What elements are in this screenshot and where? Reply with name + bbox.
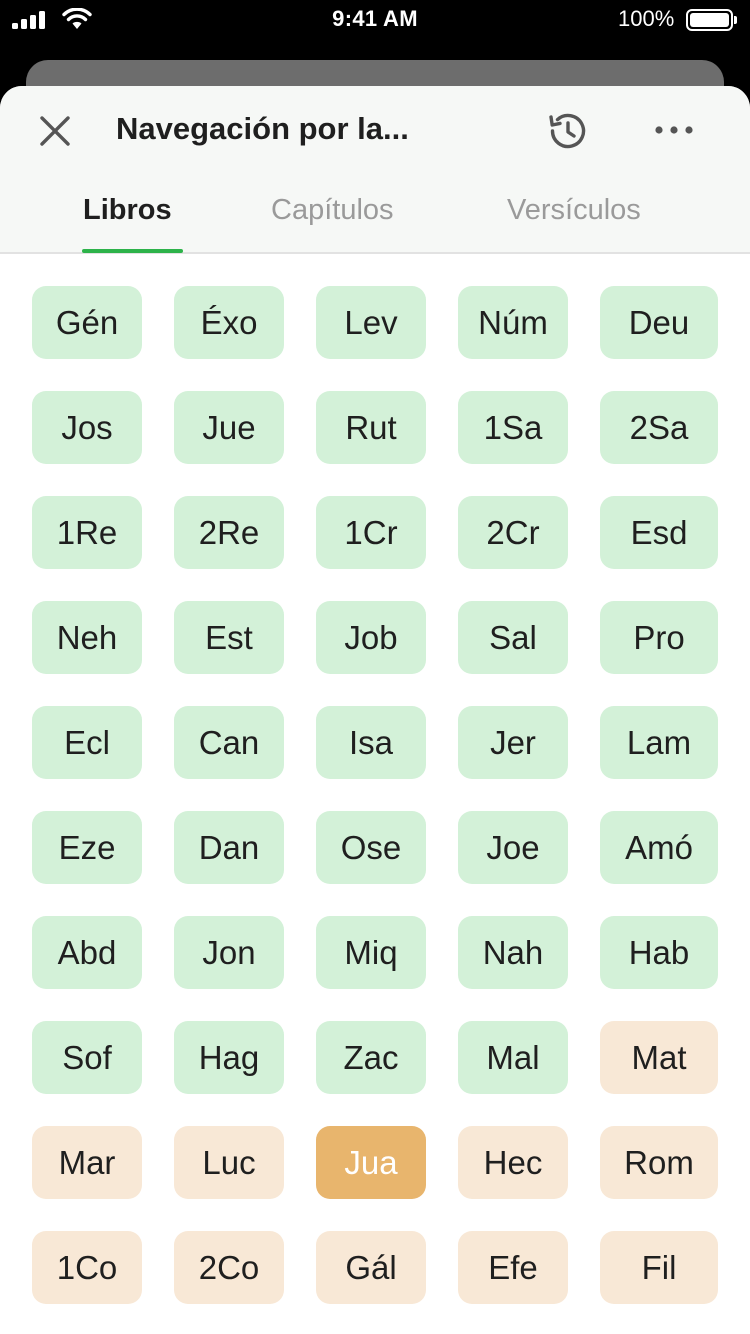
book-button-5[interactable]: Jos	[32, 391, 142, 464]
book-button-22[interactable]: Isa	[316, 706, 426, 779]
book-button-0[interactable]: Gén	[32, 286, 142, 359]
book-button-15[interactable]: Neh	[32, 601, 142, 674]
book-button-26[interactable]: Dan	[174, 811, 284, 884]
book-button-6[interactable]: Jue	[174, 391, 284, 464]
tab-verses[interactable]: Versículos	[507, 194, 641, 227]
book-button-12[interactable]: 1Cr	[316, 496, 426, 569]
book-button-29[interactable]: Amó	[600, 811, 718, 884]
active-tab-indicator	[82, 249, 183, 253]
book-button-19[interactable]: Pro	[600, 601, 718, 674]
book-button-18[interactable]: Sal	[458, 601, 568, 674]
book-button-11[interactable]: 2Re	[174, 496, 284, 569]
tab-chapters[interactable]: Capítulos	[271, 194, 394, 227]
book-button-32[interactable]: Miq	[316, 916, 426, 989]
history-icon[interactable]	[544, 108, 590, 154]
page-title: Navegación por la...	[116, 111, 409, 146]
book-button-27[interactable]: Ose	[316, 811, 426, 884]
battery-percentage: 100%	[618, 6, 675, 31]
book-button-24[interactable]: Lam	[600, 706, 718, 779]
book-button-38[interactable]: Mal	[458, 1021, 568, 1094]
book-button-49[interactable]: Fil	[600, 1231, 718, 1304]
book-button-42[interactable]: Jua	[316, 1126, 426, 1199]
book-button-4[interactable]: Deu	[600, 286, 718, 359]
book-button-36[interactable]: Hag	[174, 1021, 284, 1094]
book-button-37[interactable]: Zac	[316, 1021, 426, 1094]
more-options-icon[interactable]	[650, 110, 698, 150]
book-button-31[interactable]: Jon	[174, 916, 284, 989]
book-button-8[interactable]: 1Sa	[458, 391, 568, 464]
book-button-2[interactable]: Lev	[316, 286, 426, 359]
book-button-33[interactable]: Nah	[458, 916, 568, 989]
close-icon[interactable]	[36, 112, 74, 150]
book-button-25[interactable]: Eze	[32, 811, 142, 884]
book-button-30[interactable]: Abd	[32, 916, 142, 989]
book-button-48[interactable]: Efe	[458, 1231, 568, 1304]
book-button-40[interactable]: Mar	[32, 1126, 142, 1199]
sheet-header: Navegación por la... Libros Capítulos Ve…	[0, 86, 750, 254]
book-button-39[interactable]: Mat	[600, 1021, 718, 1094]
tab-books[interactable]: Libros	[83, 194, 172, 227]
book-grid: Gén Éxo Lev Núm Deu Jos Jue Rut 1Sa 2Sa 1Re 2Re 1Cr 2…	[32, 286, 732, 1304]
book-button-44[interactable]: Rom	[600, 1126, 718, 1199]
book-button-17[interactable]: Job	[316, 601, 426, 674]
book-button-21[interactable]: Can	[174, 706, 284, 779]
navigation-sheet: Navegación por la... Libros Capítulos Ve…	[0, 86, 750, 1334]
book-button-7[interactable]: Rut	[316, 391, 426, 464]
book-button-46[interactable]: 2Co	[174, 1231, 284, 1304]
book-button-34[interactable]: Hab	[600, 916, 718, 989]
book-button-47[interactable]: Gál	[316, 1231, 426, 1304]
book-button-20[interactable]: Ecl	[32, 706, 142, 779]
book-button-28[interactable]: Joe	[458, 811, 568, 884]
book-button-23[interactable]: Jer	[458, 706, 568, 779]
book-button-10[interactable]: 1Re	[32, 496, 142, 569]
book-button-13[interactable]: 2Cr	[458, 496, 568, 569]
book-button-9[interactable]: 2Sa	[600, 391, 718, 464]
book-button-35[interactable]: Sof	[32, 1021, 142, 1094]
book-button-3[interactable]: Núm	[458, 286, 568, 359]
book-button-14[interactable]: Esd	[600, 496, 718, 569]
book-button-45[interactable]: 1Co	[32, 1231, 142, 1304]
book-button-41[interactable]: Luc	[174, 1126, 284, 1199]
battery-icon	[686, 9, 737, 31]
book-button-16[interactable]: Est	[174, 601, 284, 674]
book-button-43[interactable]: Hec	[458, 1126, 568, 1199]
status-bar: 9:41 AM 100%	[0, 0, 750, 40]
book-button-1[interactable]: Éxo	[174, 286, 284, 359]
